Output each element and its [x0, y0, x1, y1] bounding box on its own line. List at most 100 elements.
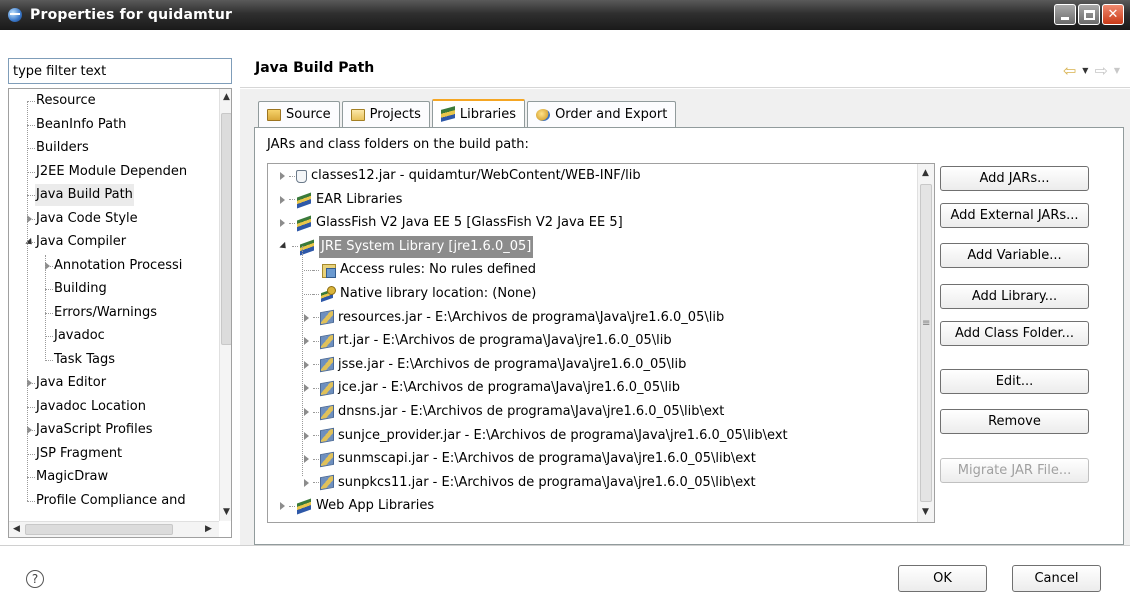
expand-arrow-icon[interactable] [280, 195, 285, 204]
jar-icon [320, 357, 334, 373]
nav-item[interactable]: Javadoc [9, 325, 217, 347]
nav-vertical-scrollbar[interactable]: ▲ ▼ [219, 89, 231, 521]
expand-arrow-icon[interactable] [304, 431, 309, 440]
nav-item[interactable]: Java Code Style [9, 208, 217, 230]
add-variable-button[interactable]: Add Variable... [940, 243, 1089, 268]
scroll-down-icon[interactable]: ▼ [223, 507, 230, 517]
forward-arrow-icon[interactable]: ⇨ [1094, 61, 1107, 80]
nav-item[interactable]: Errors/Warnings [9, 302, 217, 324]
collapse-arrow-icon[interactable] [279, 242, 289, 252]
expand-arrow-icon[interactable] [304, 337, 309, 346]
forward-dropdown-icon[interactable]: ▼ [1114, 66, 1120, 75]
nav-item[interactable]: Task Tags [9, 349, 217, 371]
library-item[interactable]: JRE System Library [jre1.6.0_05] [279, 235, 534, 258]
nav-item[interactable]: Java Build Path [9, 184, 217, 206]
library-item[interactable]: jsse.jar - E:\Archivos de programa\Java\… [304, 354, 686, 376]
scroll-left-icon[interactable]: ◀ [13, 524, 20, 534]
library-item-label: sunpkcs11.jar - E:\Archivos de programa\… [338, 474, 756, 490]
nav-item-label: Java Editor [36, 375, 107, 390]
scroll-up-icon[interactable]: ▲ [922, 168, 929, 178]
scroll-right-icon[interactable]: ▶ [205, 524, 212, 534]
tree-connector [304, 269, 313, 271]
scroll-down-icon[interactable]: ▼ [922, 507, 929, 517]
nav-item[interactable]: Resource [9, 90, 217, 112]
library-item[interactable]: resources.jar - E:\Archivos de programa\… [304, 307, 724, 329]
ok-button[interactable]: OK [898, 565, 987, 592]
tree-connector [292, 246, 298, 248]
tree-connector [27, 148, 35, 149]
tab-source[interactable]: Source [258, 101, 340, 127]
tab-libraries[interactable]: Libraries [431, 99, 526, 127]
nav-hscroll-thumb[interactable] [25, 524, 173, 535]
expand-arrow-icon[interactable] [304, 478, 309, 487]
library-item[interactable]: EAR Libraries [280, 189, 402, 211]
add-library-button[interactable]: Add Library... [940, 284, 1089, 309]
tab-order-and-export[interactable]: Order and Export [527, 101, 677, 127]
tree-connector [27, 171, 35, 173]
nav-scroll-thumb[interactable] [221, 113, 231, 345]
build-path-tabs: Source Projects Libraries Order and Export [258, 99, 678, 127]
library-item-label: EAR Libraries [316, 191, 403, 207]
library-item[interactable]: Web App Libraries [280, 495, 434, 517]
footer-separator [0, 545, 1130, 546]
nav-item[interactable]: Annotation Processi [9, 255, 217, 277]
tree-connector [27, 500, 35, 502]
library-item[interactable]: sunjce_provider.jar - E:\Archivos de pro… [304, 425, 788, 447]
expand-arrow-icon[interactable] [304, 455, 309, 464]
library-item[interactable]: GlassFish V2 Java EE 5 [GlassFish V2 Jav… [280, 212, 623, 234]
title-bar[interactable]: Properties for quidamtur ✕ [0, 0, 1130, 30]
back-dropdown-icon[interactable]: ▼ [1082, 66, 1088, 75]
nav-item[interactable]: Java Editor [9, 372, 217, 394]
libraries-scroll-thumb[interactable] [920, 184, 932, 502]
expand-arrow-icon[interactable] [304, 408, 309, 416]
expand-arrow-icon[interactable] [304, 384, 309, 393]
jar-icon [320, 451, 334, 467]
add-external-jars-button[interactable]: Add External JARs... [940, 203, 1089, 228]
cancel-button[interactable]: Cancel [1012, 565, 1101, 592]
expand-arrow-icon[interactable] [280, 172, 285, 180]
add-jars-button[interactable]: Add JARs... [940, 166, 1089, 191]
properties-nav-tree[interactable]: ▲ ▼ ◀ ▶ Resource BeanInfo Path Builders J2E… [8, 88, 232, 538]
migrate-jar-button[interactable]: Migrate JAR File... [940, 458, 1089, 483]
nav-item[interactable]: Javadoc Location [9, 396, 217, 418]
library-item[interactable]: jce.jar - E:\Archivos de programa\Java\j… [304, 377, 680, 399]
library-item[interactable]: sunmscapi.jar - E:\Archivos de programa\… [304, 448, 756, 470]
nav-item[interactable]: BeanInfo Path [9, 114, 217, 136]
libraries-tree[interactable]: ▲ ≡ ▼ classes12.jar - quidamtur/WebConte… [267, 163, 935, 523]
library-item[interactable]: dnsns.jar - E:\Archivos de programa\Java… [304, 401, 724, 423]
expand-arrow-icon[interactable] [304, 360, 309, 369]
expand-arrow-icon[interactable] [304, 313, 309, 322]
minimize-button[interactable] [1054, 4, 1076, 25]
nav-item[interactable]: Java Compiler [9, 231, 217, 253]
scroll-up-icon[interactable]: ▲ [223, 92, 230, 102]
help-icon[interactable]: ? [26, 570, 44, 588]
nav-item[interactable]: Builders [9, 137, 217, 159]
edit-button[interactable]: Edit... [940, 369, 1089, 394]
libraries-vertical-scrollbar[interactable]: ▲ ≡ ▼ [917, 164, 934, 522]
library-item[interactable]: sunpkcs11.jar - E:\Archivos de programa\… [304, 472, 756, 494]
tree-connector [313, 269, 319, 271]
filter-input[interactable] [8, 58, 232, 84]
library-item[interactable]: classes12.jar - quidamtur/WebContent/WEB… [280, 165, 641, 187]
back-arrow-icon[interactable]: ⇦ [1063, 61, 1076, 80]
nav-item[interactable]: Building [9, 278, 217, 300]
maximize-button[interactable] [1078, 4, 1100, 25]
remove-button[interactable]: Remove [940, 409, 1089, 434]
scroll-grip-icon: ≡ [922, 318, 931, 329]
expand-arrow-icon[interactable] [280, 502, 285, 511]
nav-item[interactable]: J2EE Module Dependen [9, 161, 217, 183]
nav-item[interactable]: MagicDraw [9, 466, 217, 488]
nav-item[interactable]: JSP Fragment [9, 443, 217, 465]
library-item[interactable]: rt.jar - E:\Archivos de programa\Java\jr… [304, 330, 672, 352]
page-title: Java Build Path [255, 60, 375, 76]
add-class-folder-button[interactable]: Add Class Folder... [940, 321, 1089, 346]
tab-projects[interactable]: Projects [341, 101, 430, 127]
nav-horizontal-scrollbar[interactable]: ◀ ▶ [9, 521, 219, 537]
libraries-icon [440, 106, 455, 122]
library-item[interactable]: Native library location: (None) [304, 283, 536, 305]
library-item[interactable]: Access rules: No rules defined [304, 259, 536, 281]
nav-item[interactable]: JavaScript Profiles [9, 419, 217, 441]
expand-arrow-icon[interactable] [280, 219, 285, 228]
close-button[interactable]: ✕ [1102, 4, 1124, 25]
nav-item[interactable]: Profile Compliance and [9, 490, 217, 512]
